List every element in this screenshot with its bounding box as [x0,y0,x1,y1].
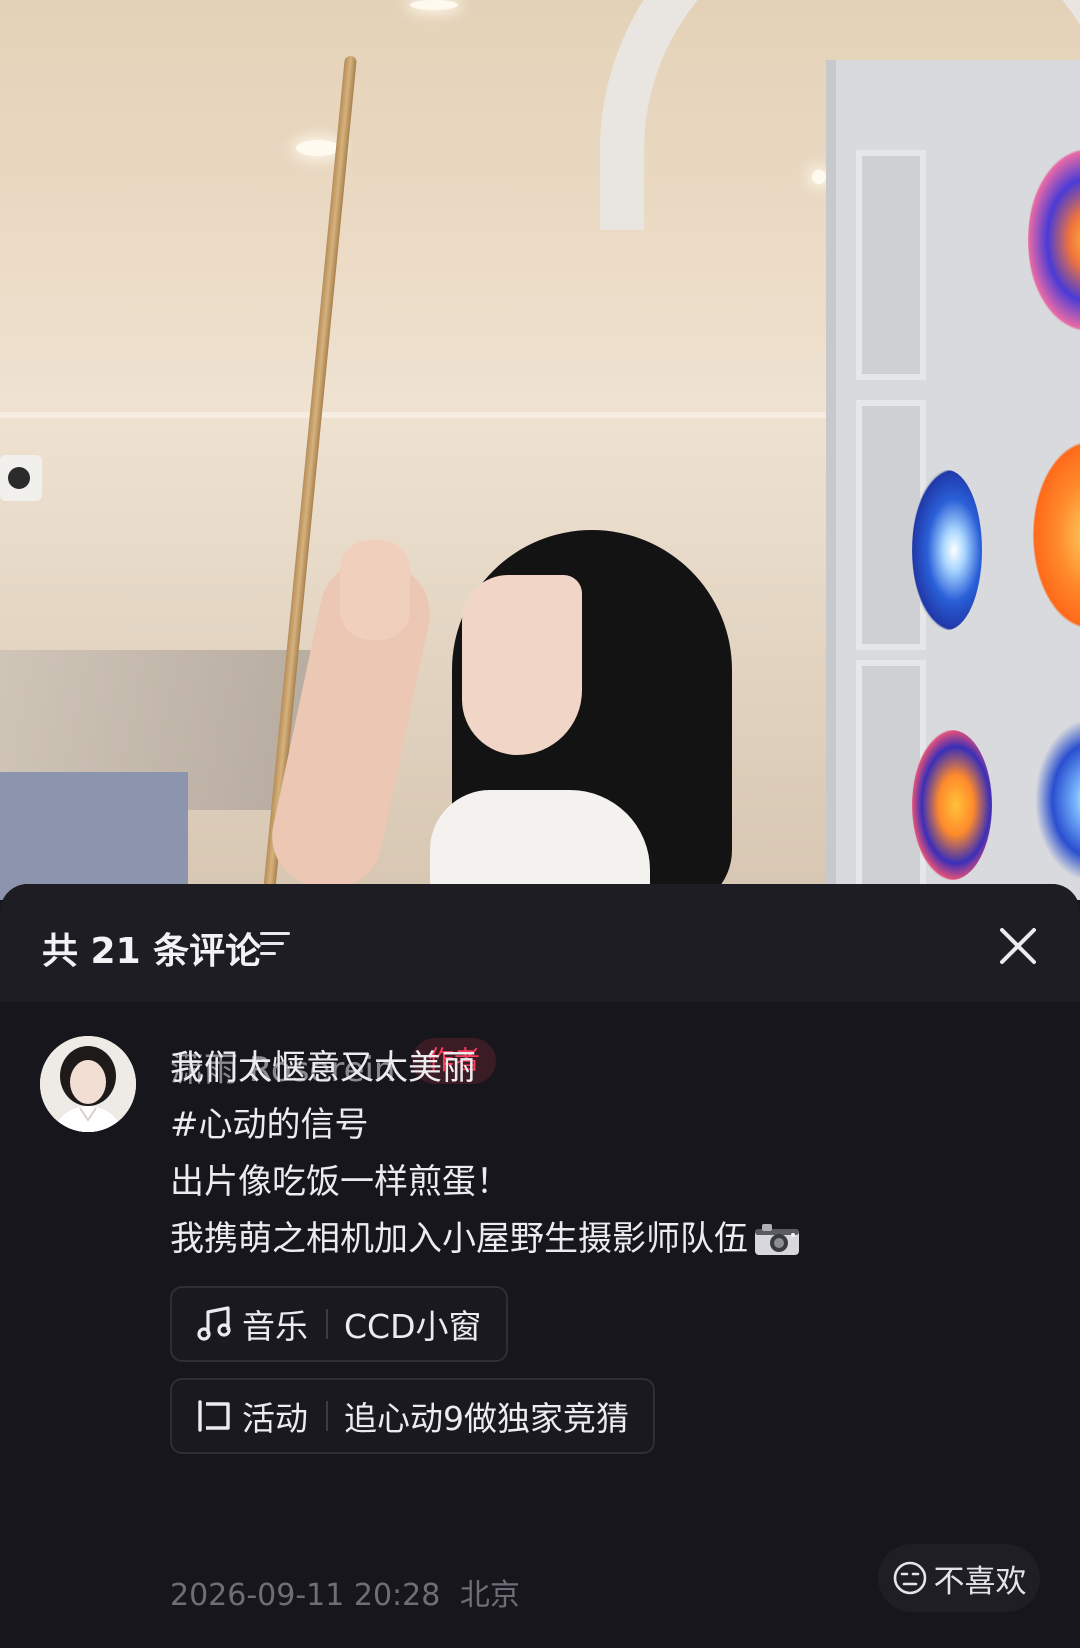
dislike-label: 不喜欢 [933,1563,1027,1600]
activity-chip-label: 活动 [242,1399,308,1438]
vinyl-disc [912,730,992,880]
vinyl-disc [1036,720,1080,880]
activity-chip[interactable]: 活动 追心动9做独家竞猜 [170,1378,655,1454]
vinyl-disc [912,470,982,630]
activity-icon [198,1400,230,1432]
chip-divider [326,1309,328,1339]
shelf-cell [856,150,926,380]
hand [340,540,410,640]
music-note-icon [197,1306,231,1341]
ceiling-light [296,140,340,156]
author-avatar[interactable] [40,1036,136,1132]
post-line: 我们太惬意又太美丽 [170,1048,476,1088]
comments-header: 共 21 条评论 [0,884,1080,1002]
music-chip[interactable]: 音乐 CCD小窗 [170,1286,508,1362]
music-chip-value: CCD小窗 [344,1307,482,1346]
ceiling-light [410,0,458,10]
activity-chip-value: 追心动9做独家竞猜 [344,1399,629,1438]
camera-emoji [755,1223,799,1255]
dislike-button[interactable]: 不喜欢 [878,1544,1040,1612]
music-chip-label: 音乐 [242,1307,308,1346]
post-timestamp: 2026-09-11 20:28 [170,1578,441,1613]
security-camera [0,455,42,501]
record-shelf [826,60,1080,900]
vinyl-disc [1028,150,1080,330]
comment-count-title: 共 21 条评论 [42,931,262,972]
counter [0,772,188,900]
face [462,575,582,755]
vinyl-disc [1032,440,1080,630]
post-line: 我携萌之相机加入小屋野生摄影师队伍 [170,1219,748,1259]
avatar-portrait-icon [40,1036,136,1132]
close-icon[interactable] [996,924,1040,968]
post-line: 出片像吃饭一样煎蛋！ [170,1162,510,1202]
chip-divider [326,1401,328,1431]
background-photo [0,0,1080,900]
filter-lines-icon[interactable] [258,928,292,960]
post-line-with-emoji: 我携萌之相机加入小屋野生摄影师队伍 [170,1217,800,1261]
ceiling-line [0,412,830,418]
comments-sheet: 共 21 条评论 潇雨 Roserein 作者 我们太惬意又太美丽 #心动的信号… [0,884,1080,1648]
post-meta: 2026-09-11 20:28 北京 [170,1570,520,1614]
post-location: 北京 [459,1578,520,1613]
post-hashtag[interactable]: #心动的信号 [170,1103,369,1147]
unamused-face-icon [893,1561,926,1595]
